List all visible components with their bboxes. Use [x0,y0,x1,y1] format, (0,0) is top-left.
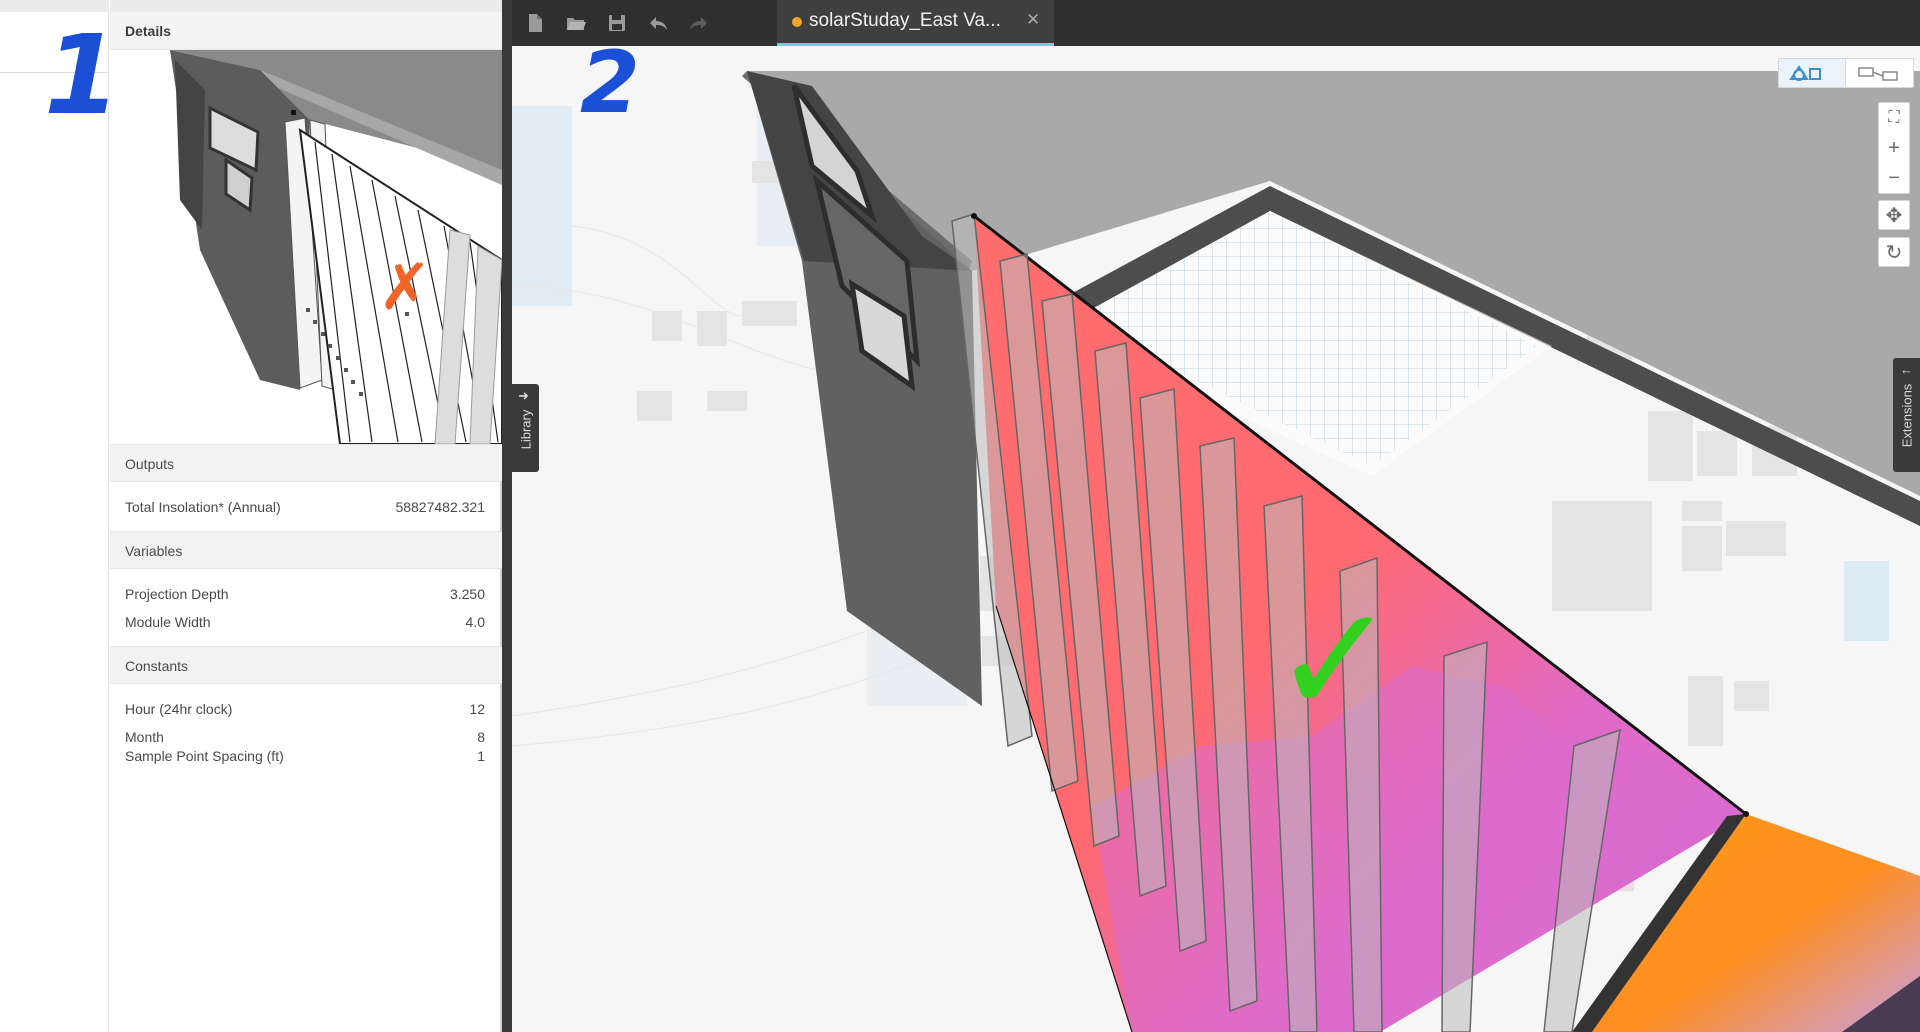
unsaved-dot-icon [792,17,802,27]
tab-title: solarStuday_East Va... [809,10,1001,31]
annotation-number-2: 2 [580,33,640,133]
preview-geometry [110,50,502,444]
variable-label-projection-depth: Projection Depth [125,586,229,602]
outputs-title: Outputs [125,456,175,472]
graph-view-icon [1858,67,1898,81]
dynamo-window: solarStuday_East Va... ✕ 2 ✓ ➜ Library ←… [512,0,1920,1032]
view-mode-toggle [1778,58,1914,88]
top-toolbar: solarStuday_East Va... ✕ [512,0,1920,46]
variable-label-module-width: Module Width [125,614,211,630]
panel-top-strip [110,0,502,12]
library-tab-label: Library [518,409,534,450]
zoom-in-icon[interactable]: + [1879,133,1909,163]
variables-title: Variables [125,543,183,559]
constant-value-hour: 12 [469,701,485,717]
constant-value-sample-spacing: 1 [477,748,485,764]
extensions-panel-tab[interactable]: ← Extensions [1893,358,1920,472]
new-file-icon[interactable] [524,12,546,34]
screenshot-divider [502,0,512,1032]
geometry-view-icon [1789,65,1821,81]
details-header: Details [110,12,502,50]
constants-section-header: Constants [110,646,502,684]
zoom-controls: ⛶ + − [1878,102,1910,194]
geometry-view-button[interactable] [1779,59,1846,87]
pan-control: ✥ [1878,200,1910,230]
undo-icon[interactable] [647,12,669,34]
variables-section-header: Variables [110,531,502,569]
pan-icon[interactable]: ✥ [1879,201,1909,231]
orbit-control: ↻ [1878,237,1910,267]
constant-label-month: Month [125,729,164,745]
graph-view-button[interactable] [1847,59,1914,87]
library-panel-tab[interactable]: ➜ Library [512,384,539,472]
tab-solar-study[interactable]: solarStuday_East Va... ✕ [777,0,1054,46]
annotation-x-mark: ✗ [378,251,432,325]
outputs-section-header: Outputs [110,444,502,482]
details-panel: Details ✗ Outputs Total Insolation* (Ann… [110,0,502,1032]
background-3d-preview [512,46,1920,1032]
workspace-canvas[interactable]: 2 ✓ ➜ Library ← Extensions ⛶ + − ✥ ↻ [512,40,1920,1032]
variable-value-module-width[interactable]: 4.0 [466,614,485,630]
annotation-check-mark: ✓ [1272,574,1398,748]
zoom-fit-icon[interactable]: ⛶ [1879,103,1909,133]
extensions-tab-label: Extensions [1899,383,1915,448]
constant-label-hour: Hour (24hr clock) [125,701,233,717]
constants-title: Constants [125,658,189,674]
open-folder-icon[interactable] [565,12,587,34]
left-gutter: 1 [0,0,121,1032]
geometry-preview: ✗ [110,50,502,444]
variable-value-projection-depth[interactable]: 3.250 [450,586,485,602]
constant-label-sample-spacing: Sample Point Spacing (ft) [125,748,284,764]
output-label-total-insolation: Total Insolation* (Annual) [125,499,281,515]
zoom-out-icon[interactable]: − [1879,163,1909,193]
save-icon[interactable] [606,12,628,34]
close-tab-icon[interactable]: ✕ [1026,10,1040,30]
redo-icon[interactable] [688,12,710,34]
details-title: Details [125,23,171,39]
orbit-icon[interactable]: ↻ [1879,238,1909,268]
constant-value-month: 8 [477,729,485,745]
output-value-total-insolation: 58827482.321 [395,499,485,515]
